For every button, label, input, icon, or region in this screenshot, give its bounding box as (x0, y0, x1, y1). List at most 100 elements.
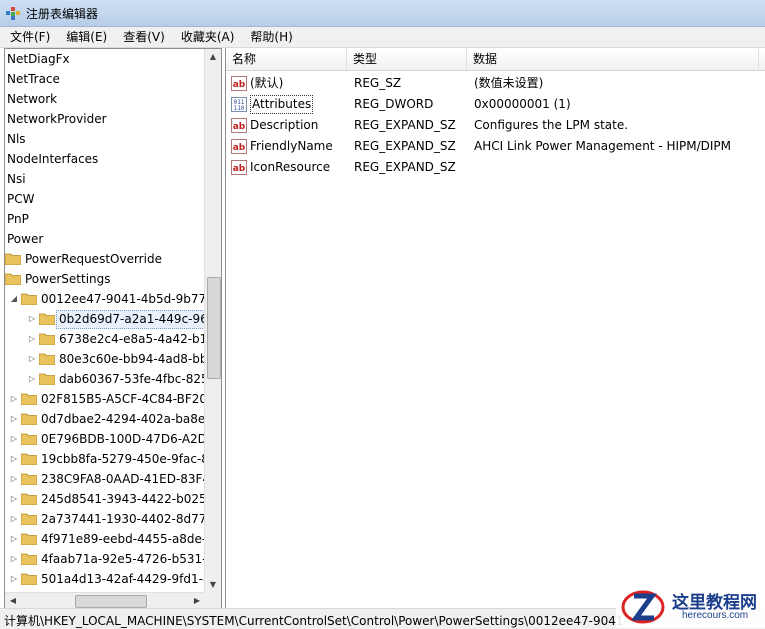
string-value-icon: ab (231, 76, 247, 91)
svg-text:ab: ab (233, 80, 246, 90)
expand-arrow-icon[interactable]: ▷ (27, 349, 37, 369)
expand-arrow-icon[interactable]: ▷ (9, 509, 19, 529)
value-row[interactable]: ab IconResource REG_EXPAND_SZ (226, 157, 765, 178)
value-type-cell: REG_SZ (354, 76, 402, 90)
tree-node[interactable]: PowerSettings (5, 269, 205, 289)
tree-node[interactable]: NetTrace (5, 69, 205, 89)
tree-node[interactable]: ▷ 02F815B5-A5CF-4C84-BF20- (5, 389, 205, 409)
tree-node[interactable]: ▷ 0E796BDB-100D-47D6-A2D (5, 429, 205, 449)
tree-node[interactable]: Power (5, 229, 205, 249)
menu-favorites[interactable]: 收藏夹(A) (175, 27, 241, 47)
value-data-cell: Configures the LPM state. (474, 118, 629, 132)
expand-arrow-icon[interactable]: ▷ (9, 469, 19, 489)
expand-arrow-icon[interactable]: ▷ (9, 449, 19, 469)
tree-node[interactable]: ▷ 501a4d13-42af-4429-9fd1-a (5, 569, 205, 589)
tree-node[interactable]: ▷ 2a737441-1930-4402-8d77- (5, 509, 205, 529)
tree-node-label: 2a737441-1930-4402-8d77- (41, 512, 205, 526)
tree-node[interactable]: Nls (5, 129, 205, 149)
value-row[interactable]: 011 110 Attributes REG_DWORD 0x00000001 (1) (226, 94, 765, 115)
column-name-header[interactable]: 名称 (226, 48, 347, 70)
registry-editor-icon (6, 7, 20, 20)
value-type-cell: REG_DWORD (354, 97, 434, 111)
tree-horizontal-scrollbar[interactable]: ◀ ▶ (5, 592, 205, 609)
tree-node-label: 19cbb8fa-5279-450e-9fac-8 (41, 452, 205, 466)
value-type-cell: REG_EXPAND_SZ (354, 139, 456, 153)
value-row[interactable]: ab (默认) REG_SZ (数值未设置) (226, 73, 765, 94)
menu-edit[interactable]: 编辑(E) (60, 27, 113, 47)
expand-arrow-icon[interactable]: ▷ (9, 389, 19, 409)
value-row[interactable]: ab Description REG_EXPAND_SZ Configures the… (226, 115, 765, 136)
scroll-right-icon[interactable]: ▶ (189, 593, 205, 609)
svg-text:ab: ab (233, 164, 246, 174)
tree-node[interactable]: ◢ 0012ee47-9041-4b5d-9b77 (5, 289, 205, 309)
expand-arrow-icon[interactable]: ▷ (9, 429, 19, 449)
expand-arrow-icon[interactable]: ▷ (27, 369, 37, 389)
tree-node[interactable]: ▷ 6738e2c4-e8a5-4a42-b1 (5, 329, 205, 349)
string-value-icon: ab (231, 118, 247, 133)
tree-node[interactable]: ▷ 4f971e89-eebd-4455-a8de- (5, 529, 205, 549)
expand-arrow-icon[interactable]: ▷ (9, 409, 19, 429)
tree-node[interactable]: ▷ 0b2d69d7-a2a1-449c-96 (5, 309, 205, 329)
column-type-header[interactable]: 类型 (347, 48, 467, 70)
tree-node-label: PCW (7, 192, 35, 206)
expand-arrow-icon[interactable]: ▷ (9, 549, 19, 569)
tree-node[interactable]: ▷ 238C9FA8-0AAD-41ED-83F4 (5, 469, 205, 489)
value-row[interactable]: ab FriendlyName REG_EXPAND_SZ AHCI Link Pow… (226, 136, 765, 157)
tree-node-label: 4faab71a-92e5-4726-b531- (41, 552, 205, 566)
value-data-cell: (数值未设置) (474, 76, 544, 90)
expand-arrow-icon[interactable]: ▷ (9, 569, 19, 589)
folder-icon (39, 353, 55, 365)
watermark: 这里教程网 herecours.com (616, 584, 765, 628)
tree-node[interactable]: ▷ 19cbb8fa-5279-450e-9fac-8 (5, 449, 205, 469)
tree-node[interactable]: NetDiagFx (5, 49, 205, 69)
horizontal-scroll-thumb[interactable] (75, 595, 147, 608)
expand-arrow-icon[interactable]: ▷ (9, 489, 19, 509)
tree-node[interactable]: ▷ 245d8541-3943-4422-b025- (5, 489, 205, 509)
tree-node[interactable]: ▷ dab60367-53fe-4fbc-825 (5, 369, 205, 389)
tree-node[interactable]: PowerRequestOverride (5, 249, 205, 269)
tree-node[interactable]: PnP (5, 209, 205, 229)
string-value-icon: ab (231, 160, 247, 175)
tree-node[interactable]: NetworkProvider (5, 109, 205, 129)
folder-icon (21, 293, 37, 305)
value-name-cell: (默认) (250, 76, 284, 90)
folder-icon (21, 413, 37, 425)
tree-node[interactable]: Network (5, 89, 205, 109)
tree-node[interactable]: Nsi (5, 169, 205, 189)
expand-arrow-icon[interactable]: ▷ (9, 529, 19, 549)
value-name-cell: FriendlyName (250, 139, 333, 153)
menu-view[interactable]: 查看(V) (117, 27, 171, 47)
values-pane: 名称 类型 数据 ab (默认) REG_SZ (数值未设置) 011 110 Attrib… (225, 48, 765, 608)
folder-icon (21, 513, 37, 525)
window-title: 注册表编辑器 (26, 7, 99, 21)
scroll-up-icon[interactable]: ▲ (205, 49, 221, 65)
column-data-header[interactable]: 数据 (467, 48, 759, 70)
expand-arrow-icon[interactable]: ▷ (27, 309, 37, 329)
expand-arrow-icon[interactable]: ▷ (27, 329, 37, 349)
scroll-down-icon[interactable]: ▼ (205, 577, 221, 593)
tree-node[interactable]: ▷ 80e3c60e-bb94-4ad8-bb (5, 349, 205, 369)
tree-node-label: NetworkProvider (7, 112, 107, 126)
tree-node-label: PowerSettings (25, 272, 111, 286)
tree-node[interactable]: NodeInterfaces (5, 149, 205, 169)
tree-node[interactable]: PCW (5, 189, 205, 209)
folder-icon (5, 253, 21, 265)
tree-vertical-scrollbar[interactable]: ▲ ▼ (204, 49, 221, 593)
scroll-corner (205, 593, 221, 609)
tree-node[interactable]: ▷ 4faab71a-92e5-4726-b531- (5, 549, 205, 569)
svg-text:110: 110 (234, 105, 245, 112)
folder-icon (21, 493, 37, 505)
menu-file[interactable]: 文件(F) (4, 27, 56, 47)
folder-icon (21, 533, 37, 545)
collapse-arrow-icon[interactable]: ◢ (9, 289, 19, 309)
tree-node-label: Power (7, 232, 44, 246)
watermark-logo-icon (621, 590, 665, 624)
values-header: 名称 类型 数据 (226, 48, 765, 71)
folder-icon (21, 393, 37, 405)
scroll-left-icon[interactable]: ◀ (5, 593, 21, 609)
vertical-scroll-thumb[interactable] (207, 277, 221, 379)
tree-node[interactable]: ▷ 0d7dbae2-4294-402a-ba8e (5, 409, 205, 429)
title-bar: 注册表编辑器 (0, 0, 765, 27)
tree-node-label: dab60367-53fe-4fbc-825 (59, 372, 205, 386)
menu-help[interactable]: 帮助(H) (244, 27, 298, 47)
